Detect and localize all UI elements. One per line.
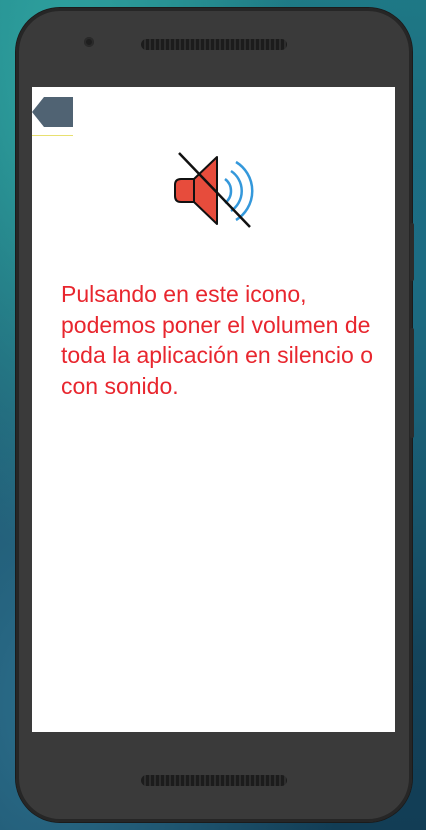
mute-instructions-text: Pulsando en este icono, podemos poner el… bbox=[61, 281, 373, 399]
top-speaker-grille bbox=[141, 39, 287, 50]
front-camera bbox=[84, 37, 94, 47]
phone-frame: Pulsando en este icono, podemos poner el… bbox=[16, 8, 414, 822]
back-button[interactable] bbox=[32, 97, 73, 127]
app-screen: Pulsando en este icono, podemos poner el… bbox=[32, 87, 395, 732]
power-button bbox=[410, 223, 414, 281]
back-underline bbox=[32, 135, 73, 136]
volume-button bbox=[410, 328, 414, 438]
bottom-speaker-grille bbox=[141, 775, 287, 786]
mute-toggle-button[interactable] bbox=[172, 150, 258, 232]
back-arrow-icon bbox=[32, 97, 73, 127]
speaker-muted-icon bbox=[174, 152, 254, 228]
